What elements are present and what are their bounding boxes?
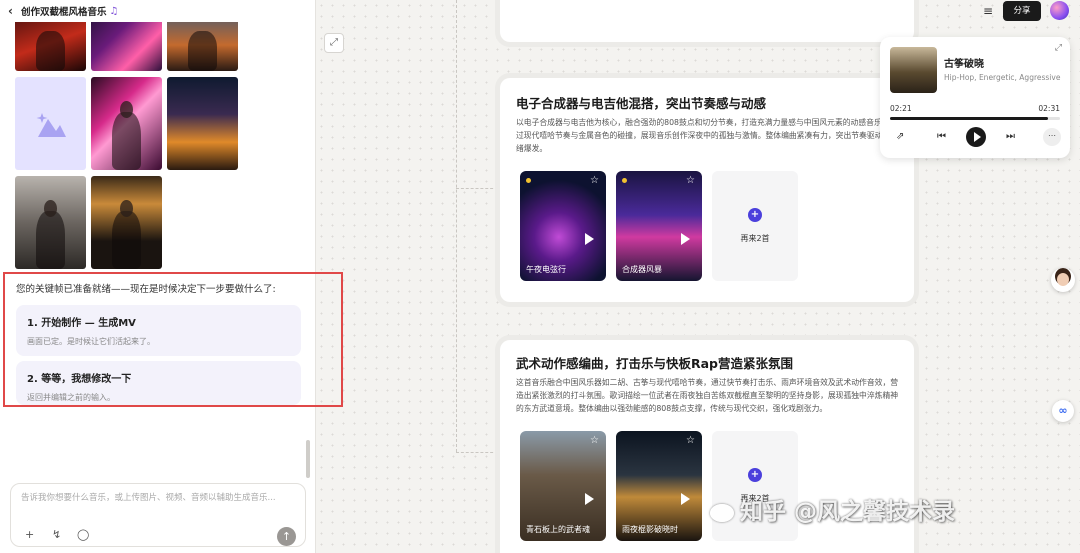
top-bar: ‹ 创作双截棍风格音乐 ♫	[0, 0, 315, 22]
image-placeholder[interactable]	[15, 77, 86, 170]
assistant-avatar-icon[interactable]	[1051, 268, 1075, 292]
expand-icon[interactable]: ⤢	[1055, 43, 1062, 53]
assistant-message: 您的关键帧已准备就绪——现在是时候决定下一步要做什么了:	[16, 284, 276, 295]
watermark: 知乎 @风之馨技术录	[710, 492, 955, 526]
more-options-icon[interactable]: ⋯	[1043, 128, 1061, 146]
avatar[interactable]	[1050, 1, 1069, 20]
card-partial	[500, 0, 914, 42]
player-track-tags: Hip-Hop, Energetic, Aggressive	[944, 73, 1061, 82]
play-icon[interactable]	[681, 493, 690, 505]
playlist-icon[interactable]: ≡	[978, 1, 998, 21]
album-cover	[890, 47, 937, 93]
play-icon[interactable]	[585, 233, 594, 245]
chat-panel: ‹ 创作双截棍风格音乐 ♫ 您的关键帧已准备就绪——现在是时候决定下一步要做什么…	[0, 0, 316, 553]
option-subtitle: 画面已定。是时候让它们活起来了。	[27, 337, 155, 346]
keyframe-thumbnail[interactable]	[15, 176, 86, 269]
total-time: 02:31	[1038, 104, 1060, 113]
keyframe-thumbnail[interactable]	[91, 77, 162, 170]
page-title: 创作双截棍风格音乐	[20, 7, 107, 18]
option-title: 1. 开始制作 — 生成MV	[27, 318, 136, 329]
help-chat-icon[interactable]: ∞	[1052, 400, 1074, 422]
more-songs-label: 再来2首	[740, 234, 770, 243]
lightning-icon[interactable]: ↯	[52, 528, 61, 541]
player-track-title: 古筝破晓	[944, 59, 984, 70]
card-title: 武术动作感编曲，打击乐与快板Rap营造紧张氛围	[516, 356, 794, 371]
option-generate-mv[interactable]: 1. 开始制作 — 生成MV 画面已定。是时候让它们活起来了。	[16, 305, 301, 356]
previous-track-icon[interactable]: ⏮	[937, 131, 946, 142]
keyframe-thumbnail[interactable]	[91, 176, 162, 269]
scrollbar[interactable]	[306, 440, 310, 478]
connector-line	[456, 188, 498, 189]
chevron-left-icon[interactable]: ‹	[8, 4, 13, 18]
card-title: 电子合成器与电吉他混搭，突出节奏感与动感	[516, 96, 767, 111]
open-external-icon[interactable]: ⇗	[896, 131, 904, 142]
image-placeholder-icon	[36, 112, 66, 137]
progress-fill	[890, 117, 1049, 120]
send-button[interactable]: ↑	[277, 527, 296, 546]
next-track-icon[interactable]: ⏭	[1006, 131, 1015, 142]
star-icon[interactable]: ☆	[590, 175, 599, 186]
music-player: 古筝破晓 Hip-Hop, Energetic, Aggressive ⤢ 02…	[880, 37, 1070, 158]
plus-icon: +	[748, 468, 762, 482]
chat-input-placeholder[interactable]: 告诉我你想要什么音乐，或上传图片、视频、音频以辅助生成音乐...	[21, 491, 301, 503]
star-icon[interactable]: ☆	[686, 435, 695, 446]
song-title: 青石板上的武者魂	[526, 525, 590, 534]
music-note-icon: ♫	[109, 5, 119, 17]
style-card-1: 电子合成器与电吉他混搭，突出节奏感与动感 以电子合成器与电吉他为核心，融合强劲的…	[500, 78, 914, 302]
card-description: 这首音乐融合中国风乐器如二胡、古筝与现代嘻哈节奏，通过快节奏打击乐、雨声环境音效…	[516, 378, 899, 413]
song-card[interactable]: ☆ 青石板上的武者魂	[520, 431, 606, 541]
collapse-panel-icon[interactable]: ⤢	[324, 33, 344, 53]
play-button[interactable]	[966, 127, 986, 147]
option-subtitle: 返回并编辑之前的输入。	[27, 393, 115, 402]
song-card[interactable]: ☆ 合成器风暴	[616, 171, 702, 281]
play-icon[interactable]	[585, 493, 594, 505]
wechat-logo-icon	[710, 503, 734, 522]
globe-icon[interactable]: ◯	[77, 528, 89, 541]
song-card[interactable]: ☆ 午夜电弦行	[520, 171, 606, 281]
option-edit-input[interactable]: 2. 等等，我想修改一下 返回并编辑之前的输入。	[16, 361, 301, 405]
play-icon[interactable]	[681, 233, 690, 245]
watermark-text: 知乎 @风之馨技术录	[740, 499, 956, 525]
chat-input-box[interactable]: 告诉我你想要什么音乐，或上传图片、视频、音频以辅助生成音乐... + ↯ ◯ ↑	[10, 483, 306, 547]
connector-line	[456, 452, 498, 453]
progress-bar[interactable]	[890, 117, 1060, 120]
star-icon[interactable]: ☆	[590, 435, 599, 446]
status-dot	[622, 178, 627, 183]
keyframe-thumbnail[interactable]	[167, 77, 238, 170]
song-title: 雨夜棍影破晓时	[622, 525, 678, 534]
song-card[interactable]: ☆ 雨夜棍影破晓时	[616, 431, 702, 541]
card-description: 以电子合成器与电吉他为核心，融合强劲的808鼓点和切分节奏，打造充满力量感与中国…	[516, 118, 899, 153]
status-dot	[526, 178, 531, 183]
song-title: 午夜电弦行	[526, 265, 566, 274]
plus-icon: +	[748, 208, 762, 222]
share-button[interactable]: 分享	[1003, 1, 1041, 21]
song-title: 合成器风暴	[622, 265, 662, 274]
more-songs-button[interactable]: + 再来2首	[712, 171, 798, 281]
option-title: 2. 等等，我想修改一下	[27, 374, 132, 385]
plus-icon[interactable]: +	[25, 528, 34, 541]
connector-line	[456, 0, 457, 452]
current-time: 02:21	[890, 104, 912, 113]
star-icon[interactable]: ☆	[686, 175, 695, 186]
